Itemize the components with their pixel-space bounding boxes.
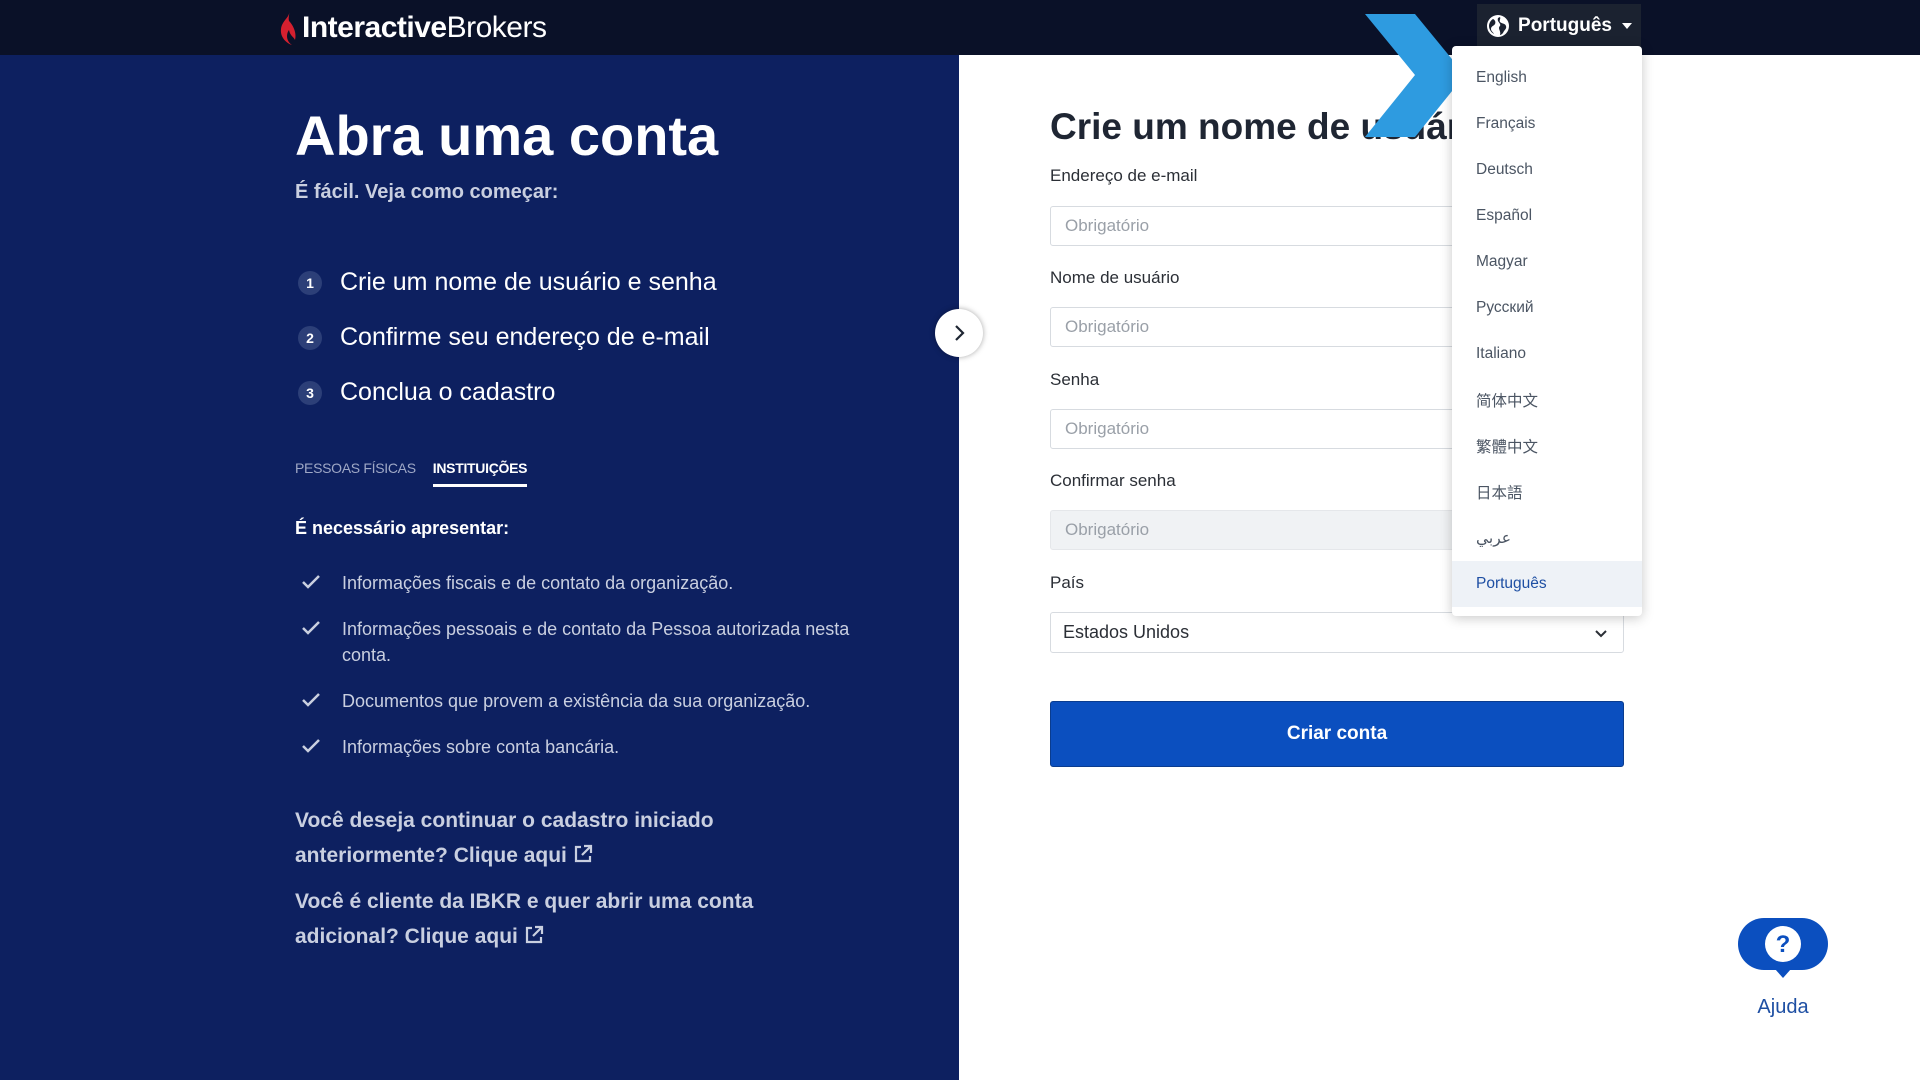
existing-client-link[interactable]: Você é cliente da IBKR e quer abrir uma … <box>295 884 775 954</box>
language-option[interactable]: Deutsch <box>1452 147 1642 193</box>
page-title: Abra uma conta <box>295 104 719 167</box>
language-option[interactable]: Español <box>1452 193 1642 239</box>
country-label: País <box>1050 573 1085 592</box>
checkmark-icon <box>302 693 320 707</box>
step-item: 3 Conclua o cadastro <box>298 365 717 420</box>
external-link-icon <box>525 925 543 944</box>
requirement-text: Informações sobre conta bancária. <box>342 737 620 757</box>
external-link-icon <box>574 844 592 863</box>
pointer-arrow-icon <box>1365 14 1465 137</box>
language-option[interactable]: Français <box>1452 101 1642 147</box>
continue-registration-text: Você deseja continuar o cadastro iniciad… <box>295 809 714 867</box>
requirement-item: Informações fiscais e de contato da orga… <box>300 570 860 596</box>
language-menu: English Français Deutsch Español Magyar … <box>1452 46 1642 616</box>
step-number: 2 <box>298 325 322 350</box>
step-label: Conclua o cadastro <box>340 378 556 406</box>
checkmark-icon <box>302 621 320 635</box>
language-option[interactable]: 简体中文 <box>1452 377 1642 423</box>
account-type-tabs: PESSOAS FÍSICAS INSTITUIÇÕES <box>295 460 527 487</box>
requirements-title: É necessário apresentar: <box>295 518 510 538</box>
requirement-item: Documentos que provem a existência da su… <box>300 688 860 714</box>
language-option[interactable]: 繁體中文 <box>1452 423 1642 469</box>
help-icon-glyph: ? <box>1776 931 1791 958</box>
language-option[interactable]: English <box>1452 55 1642 101</box>
step-number: 3 <box>298 380 322 405</box>
continue-registration-link[interactable]: Você deseja continuar o cadastro iniciad… <box>295 803 775 873</box>
step-label: Confirme seu endereço de e-mail <box>340 323 710 351</box>
create-account-button[interactable]: Criar conta <box>1050 701 1624 767</box>
steps-list: 1 Crie um nome de usuário e senha 2 Conf… <box>298 255 717 420</box>
caret-down-icon <box>1621 23 1632 29</box>
flame-icon <box>280 10 296 45</box>
language-button-label: Português <box>1518 15 1612 36</box>
language-option[interactable]: Русский <box>1452 285 1642 331</box>
step-number: 1 <box>298 270 322 295</box>
tab-individuals[interactable]: PESSOAS FÍSICAS <box>295 460 416 487</box>
help-chat-icon[interactable]: ? <box>1737 917 1829 979</box>
tab-institutions[interactable]: INSTITUIÇÕES <box>432 460 527 487</box>
password-label: Senha <box>1050 370 1100 389</box>
globe-icon <box>1487 15 1510 37</box>
language-option-selected[interactable]: Português <box>1452 561 1642 607</box>
language-option[interactable]: Magyar <box>1452 239 1642 285</box>
country-select-value: Estados Unidos <box>1063 622 1190 642</box>
requirement-text: Documentos que provem a existência da su… <box>342 691 811 711</box>
step-item: 2 Confirme seu endereço de e-mail <box>298 310 717 365</box>
step-item: 1 Crie um nome de usuário e senha <box>298 255 717 310</box>
chevron-right-icon <box>955 325 965 341</box>
requirement-text: Informações fiscais e de contato da orga… <box>342 573 734 593</box>
panel-toggle-button[interactable] <box>935 309 983 357</box>
language-option[interactable]: عربي <box>1452 515 1642 561</box>
language-option[interactable]: 日本語 <box>1452 469 1642 515</box>
requirement-item: Informações pessoais e de contato da Pes… <box>300 616 860 668</box>
page-subtitle: É fácil. Veja como começar: <box>295 181 559 203</box>
language-option[interactable]: Italiano <box>1452 331 1642 377</box>
requirement-item: Informações sobre conta bancária. <box>300 734 860 760</box>
language-selector-button[interactable]: Português <box>1477 4 1641 48</box>
checkmark-icon <box>302 739 320 753</box>
step-label: Crie um nome de usuário e senha <box>340 268 717 296</box>
help-label[interactable]: Ajuda <box>1737 996 1829 1019</box>
email-label: Endereço de e-mail <box>1050 166 1198 185</box>
checkmark-icon <box>302 575 320 589</box>
ibkr-logo[interactable]: InteractiveBrokers <box>276 6 547 50</box>
country-select[interactable]: Estados Unidos <box>1050 612 1624 653</box>
requirements-list: Informações fiscais e de contato da orga… <box>300 570 860 780</box>
requirement-text: Informações pessoais e de contato da Pes… <box>342 619 850 665</box>
confirm-password-label: Confirmar senha <box>1050 471 1176 490</box>
logo-text: InteractiveBrokers <box>302 11 547 44</box>
chevron-down-icon <box>1595 629 1607 637</box>
username-label: Nome de usuário <box>1050 268 1180 287</box>
